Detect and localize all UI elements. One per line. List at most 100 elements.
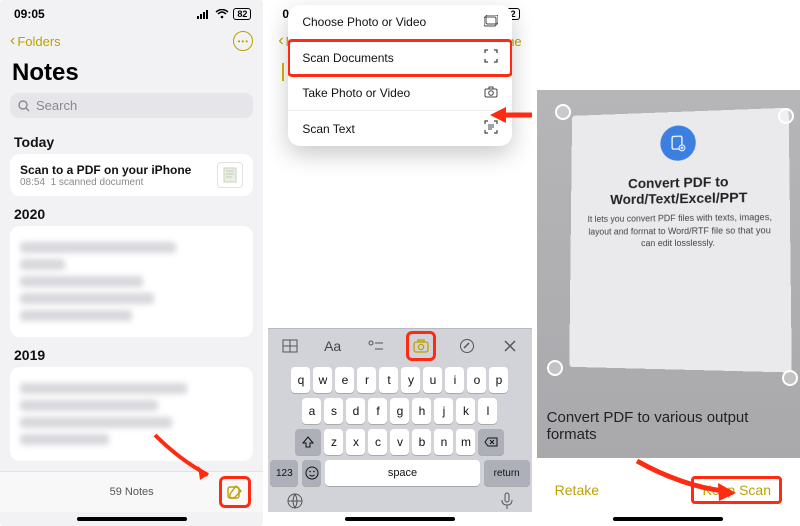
scan-toolbar: Retake Keep Scan: [537, 458, 800, 512]
crop-handle[interactable]: [778, 108, 794, 124]
key[interactable]: f: [368, 398, 387, 424]
scanned-doc-thumb: [217, 162, 243, 188]
key[interactable]: z: [324, 429, 343, 455]
key[interactable]: k: [456, 398, 475, 424]
menu-choose-media[interactable]: Choose Photo or Video: [288, 5, 511, 40]
markup-button[interactable]: [455, 334, 479, 358]
page-title: Notes: [0, 57, 263, 93]
key[interactable]: h: [412, 398, 431, 424]
screen-scan-preview: Convert PDF to Word/Text/Excel/PPT It le…: [537, 0, 800, 526]
home-indicator[interactable]: [345, 517, 455, 521]
menu-label: Scan Documents: [302, 51, 393, 65]
key[interactable]: y: [401, 367, 420, 393]
key[interactable]: d: [346, 398, 365, 424]
globe-icon[interactable]: [286, 492, 304, 510]
key[interactable]: o: [467, 367, 486, 393]
key[interactable]: w: [313, 367, 332, 393]
wifi-icon: [215, 9, 229, 19]
key[interactable]: j: [434, 398, 453, 424]
keyboard-toolbar: Aa: [268, 328, 531, 363]
key-row-1: q w e r t y u i o p: [270, 367, 529, 393]
key[interactable]: p: [489, 367, 508, 393]
keyboard-bottom: [268, 490, 531, 512]
chevron-left-icon: ‹: [10, 33, 15, 49]
menu-scan-text[interactable]: Scan Text: [288, 111, 511, 146]
battery-icon: 82: [233, 8, 251, 20]
key-shift[interactable]: [295, 429, 321, 455]
key[interactable]: g: [390, 398, 409, 424]
cellular-icon: [197, 9, 211, 19]
crop-handle[interactable]: [555, 104, 571, 120]
key[interactable]: b: [412, 429, 431, 455]
search-icon: [18, 100, 30, 112]
checklist-icon: [368, 339, 384, 353]
back-label: Folders: [17, 34, 60, 49]
keep-scan-button[interactable]: Keep Scan: [691, 476, 782, 504]
scan-body: Convert PDF to Word/Text/Excel/PPT It le…: [537, 0, 800, 526]
key-backspace[interactable]: [478, 429, 504, 455]
camera-button[interactable]: [406, 331, 436, 361]
key[interactable]: q: [291, 367, 310, 393]
key[interactable]: l: [478, 398, 497, 424]
format-button[interactable]: Aa: [321, 334, 345, 358]
key[interactable]: e: [335, 367, 354, 393]
close-icon: [503, 339, 517, 353]
key[interactable]: u: [423, 367, 442, 393]
crop-handle[interactable]: [782, 370, 798, 386]
menu-take-media[interactable]: Take Photo or Video: [288, 76, 511, 111]
search-placeholder: Search: [36, 98, 77, 113]
section-2019: 2019: [0, 337, 263, 367]
key[interactable]: c: [368, 429, 387, 455]
insert-menu: Choose Photo or Video Scan Documents Tak…: [288, 5, 511, 146]
key[interactable]: a: [302, 398, 321, 424]
backspace-icon: [484, 437, 498, 447]
scan-viewport[interactable]: Convert PDF to Word/Text/Excel/PPT It le…: [537, 90, 800, 458]
home-indicator[interactable]: [77, 517, 187, 521]
key[interactable]: s: [324, 398, 343, 424]
key-emoji[interactable]: [302, 460, 321, 486]
status-bar: 09:05 82: [0, 0, 263, 25]
scan-doc-icon: [484, 49, 498, 66]
key[interactable]: n: [434, 429, 453, 455]
key[interactable]: v: [390, 429, 409, 455]
key-row-4: 123 space return: [270, 460, 529, 486]
menu-label: Take Photo or Video: [302, 86, 410, 100]
key[interactable]: t: [379, 367, 398, 393]
note-title: Scan to a PDF on your iPhone: [20, 163, 191, 177]
compose-icon: [227, 484, 243, 500]
back-to-folders[interactable]: ‹ Folders: [10, 33, 61, 49]
microphone-icon[interactable]: [500, 492, 514, 510]
key[interactable]: i: [445, 367, 464, 393]
camera-icon: [484, 85, 498, 101]
note-editor[interactable]: Choose Photo or Video Scan Documents Tak…: [268, 57, 531, 328]
table-icon: [282, 339, 298, 353]
screen-new-note: 09:05 82 ‹ Notes ••• Done Choose Ph: [268, 0, 531, 526]
table-button[interactable]: [278, 334, 302, 358]
home-indicator[interactable]: [613, 517, 723, 521]
crop-handle[interactable]: [547, 360, 563, 376]
markup-icon: [459, 338, 475, 354]
more-menu-button[interactable]: •••: [233, 31, 253, 51]
note-row[interactable]: Scan to a PDF on your iPhone 08:54 1 sca…: [10, 154, 253, 196]
retake-button[interactable]: Retake: [555, 482, 599, 498]
checklist-button[interactable]: [364, 334, 388, 358]
scan-page-preview: Convert PDF to Word/Text/Excel/PPT It le…: [569, 108, 792, 373]
today-card: Scan to a PDF on your iPhone 08:54 1 sca…: [10, 154, 253, 196]
menu-scan-documents[interactable]: Scan Documents: [288, 40, 511, 76]
nav-bar: ‹ Folders •••: [0, 25, 263, 57]
key-space[interactable]: space: [325, 460, 479, 486]
search-field[interactable]: Search: [10, 93, 253, 118]
keyboard[interactable]: q w e r t y u i o p a s d f g h j k l: [268, 363, 531, 490]
key[interactable]: x: [346, 429, 365, 455]
key[interactable]: m: [456, 429, 475, 455]
compose-note-button[interactable]: [219, 476, 251, 508]
key-123[interactable]: 123: [270, 460, 298, 486]
chevron-left-icon: ‹: [278, 33, 283, 49]
scan-text-icon: [484, 120, 498, 137]
key[interactable]: r: [357, 367, 376, 393]
redacted-2020: [10, 226, 253, 337]
status-time: 09:05: [14, 7, 45, 21]
key-return[interactable]: return: [484, 460, 530, 486]
menu-label: Scan Text: [302, 122, 354, 136]
close-keyboard[interactable]: [498, 334, 522, 358]
